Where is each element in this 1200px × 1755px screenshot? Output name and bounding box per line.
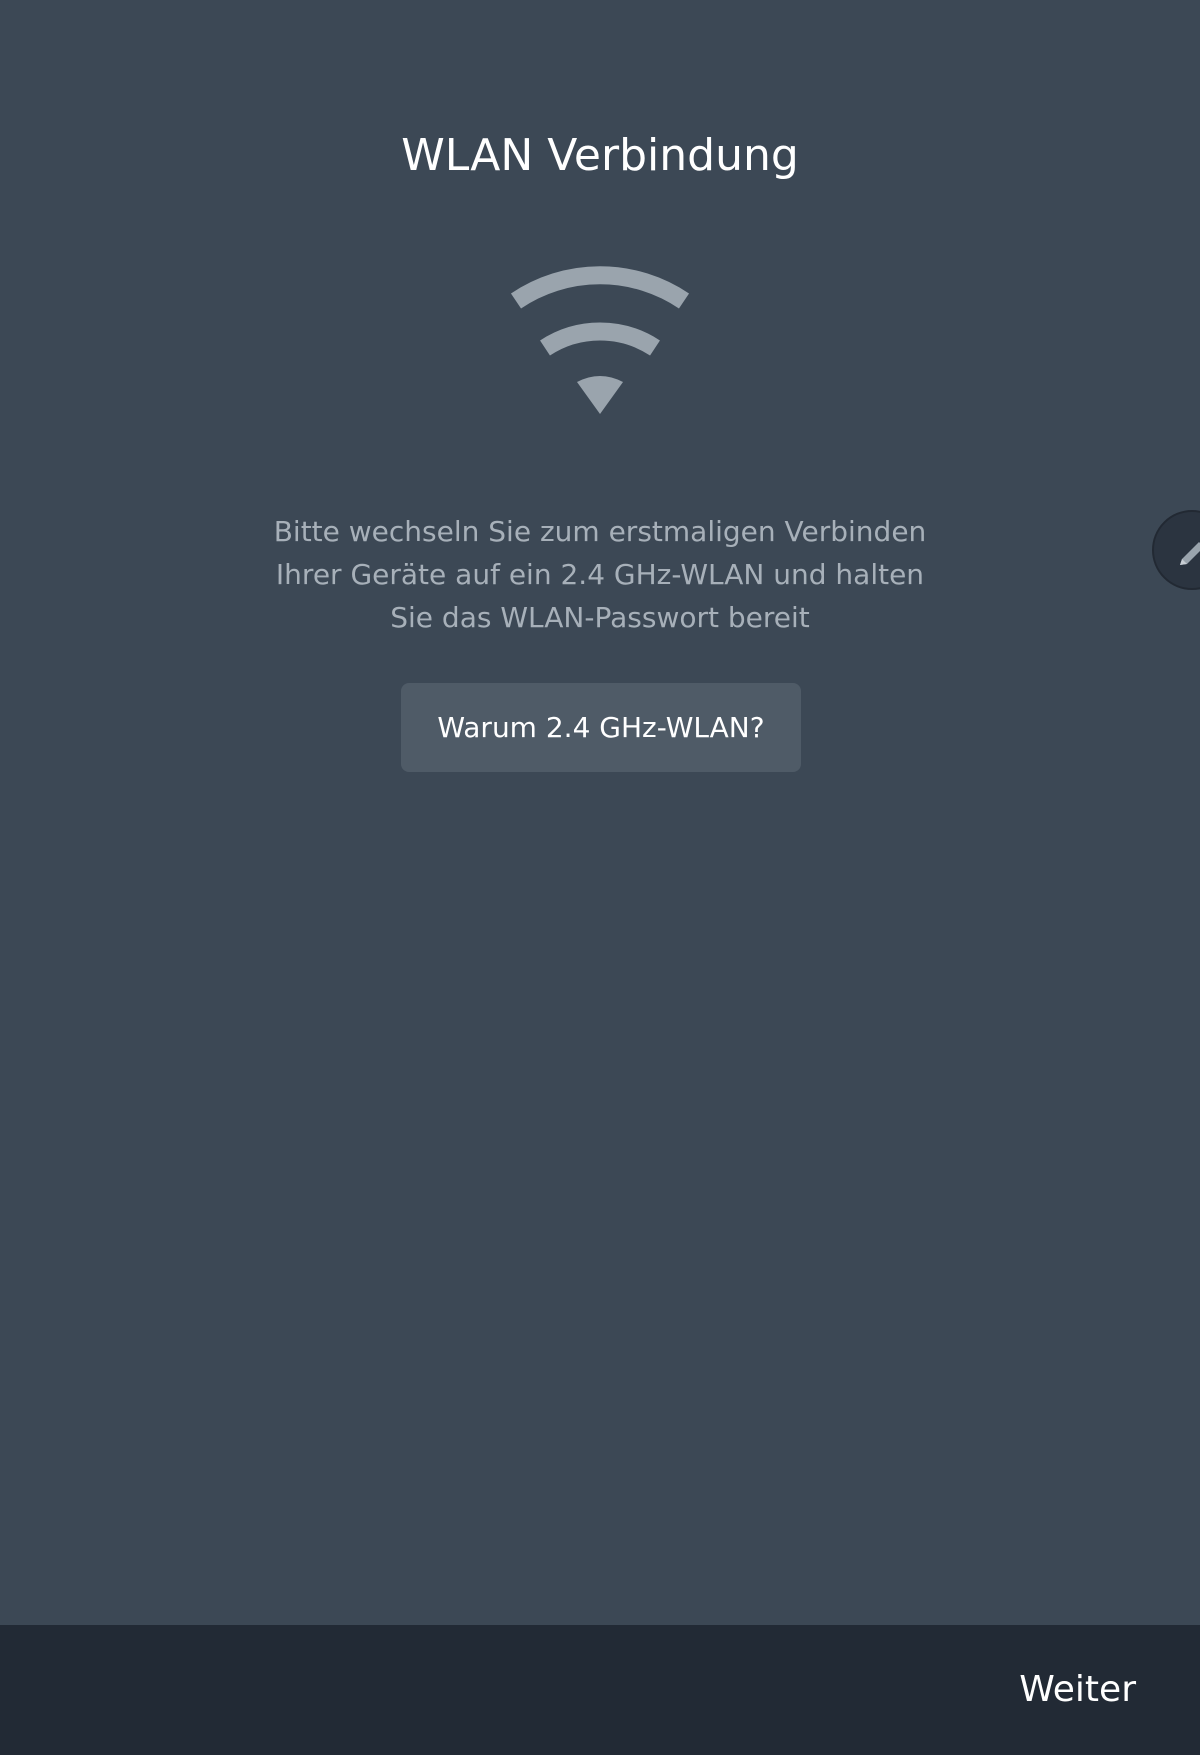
- footer-bar: Weiter: [0, 1625, 1200, 1755]
- pencil-icon: [1180, 542, 1200, 565]
- setup-screen: WLAN Verbindung Bitte wechseln Sie zum e…: [0, 0, 1200, 1625]
- page-title: WLAN Verbindung: [401, 130, 799, 181]
- why-2-4ghz-button[interactable]: Warum 2.4 GHz-WLAN?: [401, 683, 801, 772]
- next-button[interactable]: Weiter: [1019, 1665, 1136, 1715]
- floating-edit-button[interactable]: [1152, 510, 1200, 590]
- connection-instructions: Bitte wechseln Sie zum erstmaligen Verbi…: [273, 515, 927, 634]
- wifi-icon: [510, 266, 690, 414]
